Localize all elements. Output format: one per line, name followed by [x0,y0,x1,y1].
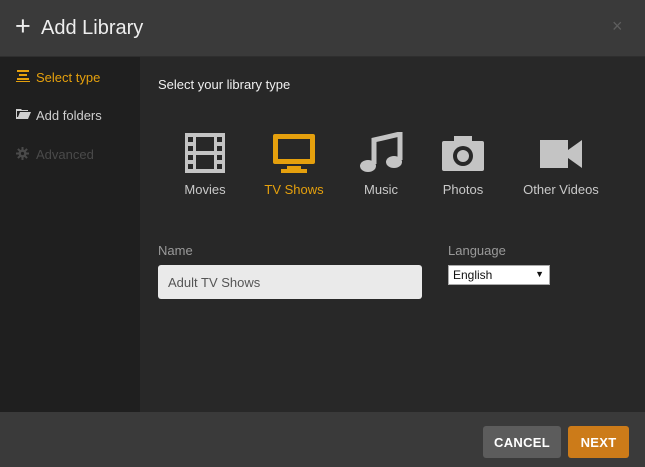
dialog-footer: CANCEL NEXT [0,412,645,467]
sidebar-item-select-type[interactable]: Select type [16,67,100,87]
sidebar-item-label: Advanced [36,146,94,162]
library-type-picker: Movies TV Shows Music Photos Other Video… [140,132,645,212]
plus-icon: + [15,11,31,41]
sidebar-item-label: Add folders [36,107,102,123]
gear-icon [16,147,32,161]
folder-icon [16,108,32,122]
type-music[interactable]: Music [356,132,406,197]
main-panel: Select your library type Movies TV Shows… [140,57,645,412]
sidebar-item-add-folders[interactable]: Add folders [16,105,102,125]
list-icon [16,70,32,84]
section-title: Select your library type [158,77,291,92]
type-photos[interactable]: Photos [438,132,488,197]
music-note-icon [360,132,403,172]
next-button[interactable]: NEXT [568,426,629,458]
type-label: Other Videos [523,182,599,197]
type-label: Music [364,182,398,197]
close-icon[interactable]: × [612,16,623,36]
type-movies[interactable]: Movies [180,132,230,197]
sidebar-item-label: Select type [36,69,101,85]
language-value: English [453,268,493,282]
video-camera-icon [540,140,582,168]
type-tv-shows[interactable]: TV Shows [262,132,326,197]
cancel-button[interactable]: CANCEL [483,426,561,458]
film-icon [185,133,225,173]
name-label: Name [158,243,193,258]
language-select[interactable]: English ▼ [448,265,550,285]
type-label: Photos [442,182,484,197]
dialog-header: + Add Library × [0,0,645,57]
camera-icon [442,136,484,171]
type-label: TV Shows [264,182,324,197]
tv-icon [273,134,315,173]
type-label: Movies [184,182,226,197]
name-input[interactable] [158,265,422,299]
sidebar-item-advanced: Advanced [16,144,94,164]
type-other-videos[interactable]: Other Videos [520,132,602,197]
language-label: Language [448,243,506,258]
chevron-down-icon: ▼ [535,269,544,279]
sidebar: Select type Add folders Advanced [0,57,140,412]
dialog-title: Add Library [41,17,144,39]
